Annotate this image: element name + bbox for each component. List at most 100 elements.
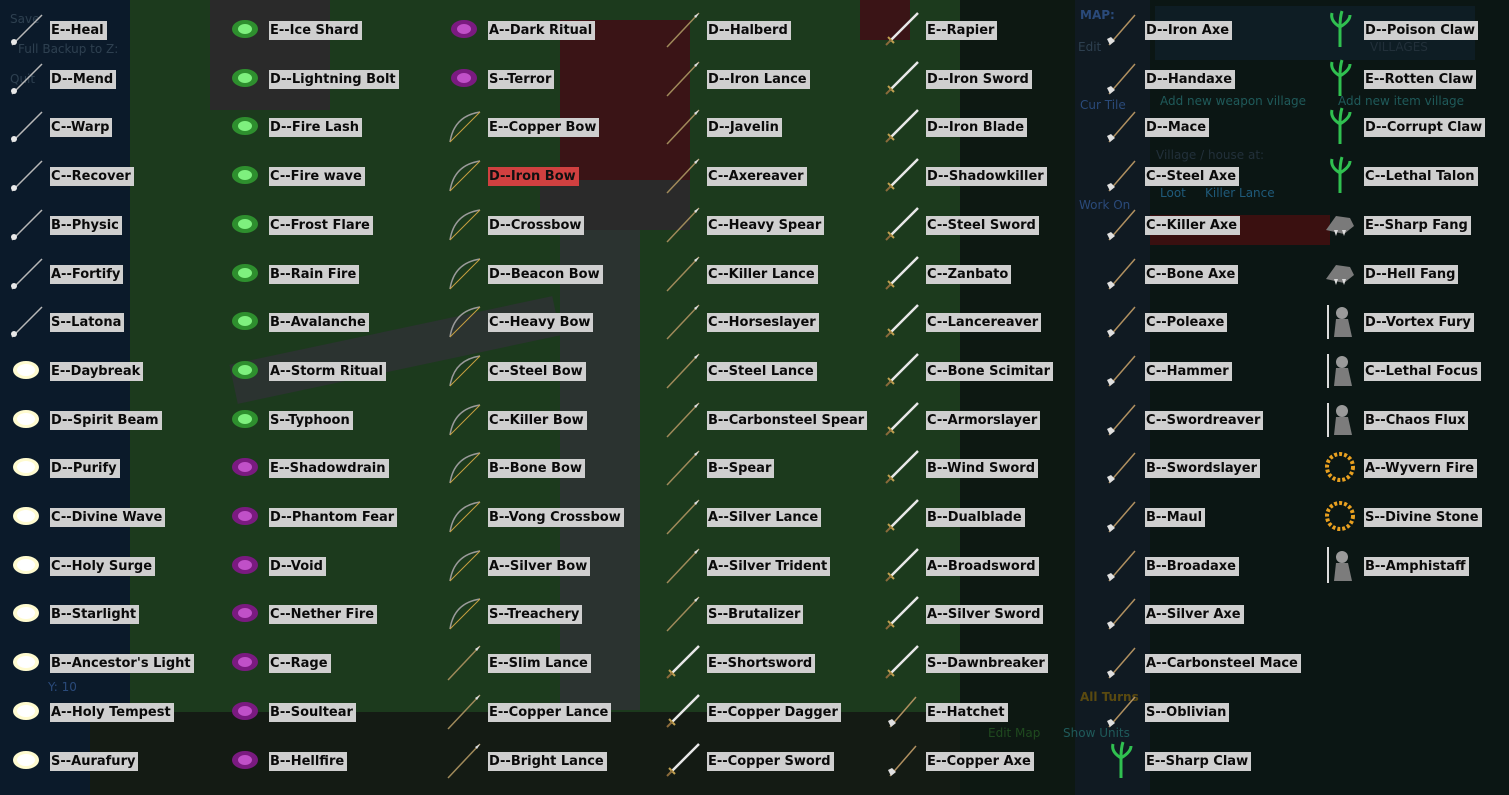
item-b-carbonsteel-spear[interactable]: B--Carbonsteel Spear — [657, 402, 876, 438]
item-e-sharp-fang[interactable]: E--Sharp Fang — [1314, 210, 1509, 236]
item-d-shadowkiller[interactable]: D--Shadowkiller — [876, 158, 1095, 192]
item-a-wyvern-fire[interactable]: A--Wyvern Fire — [1314, 452, 1509, 482]
item-d-mend[interactable]: D--Mend — [0, 63, 219, 95]
item-d-mace[interactable]: D--Mace — [1095, 111, 1314, 143]
item-c-rage[interactable]: C--Rage — [219, 648, 438, 674]
item-d-purify[interactable]: D--Purify — [0, 453, 219, 479]
item-d-phantom-fear[interactable]: D--Phantom Fear — [219, 502, 438, 528]
item-s-typhoon[interactable]: S--Typhoon — [219, 405, 438, 431]
item-a-silver-axe[interactable]: A--Silver Axe — [1095, 598, 1314, 630]
item-a-carbonsteel-mace[interactable]: A--Carbonsteel Mace — [1095, 647, 1314, 679]
item-s-oblivian[interactable]: S--Oblivian — [1095, 696, 1314, 728]
item-s-terror[interactable]: S--Terror — [438, 64, 657, 90]
item-c-bone-scimitar[interactable]: C--Bone Scimitar — [876, 353, 1095, 387]
item-d-javelin[interactable]: D--Javelin — [657, 109, 876, 145]
item-d-bright-lance[interactable]: D--Bright Lance — [438, 743, 657, 779]
item-c-lethal-talon[interactable]: C--Lethal Talon — [1314, 156, 1509, 193]
item-c-horseslayer[interactable]: C--Horseslayer — [657, 304, 876, 340]
item-b-starlight[interactable]: B--Starlight — [0, 599, 219, 625]
item-e-rapier[interactable]: E--Rapier — [876, 12, 1095, 46]
item-e-slim-lance[interactable]: E--Slim Lance — [438, 645, 657, 681]
item-a-fortify[interactable]: A--Fortify — [0, 258, 219, 290]
item-d-iron-sword[interactable]: D--Iron Sword — [876, 61, 1095, 95]
item-a-dark-ritual[interactable]: A--Dark Ritual — [438, 15, 657, 41]
item-c-zanbato[interactable]: C--Zanbato — [876, 256, 1095, 290]
item-e-daybreak[interactable]: E--Daybreak — [0, 356, 219, 382]
item-c-fire-wave[interactable]: C--Fire wave — [219, 161, 438, 187]
item-a-holy-tempest[interactable]: A--Holy Tempest — [0, 697, 219, 723]
item-s-brutalizer[interactable]: S--Brutalizer — [657, 596, 876, 632]
item-b-spear[interactable]: B--Spear — [657, 450, 876, 486]
item-d-fire-lash[interactable]: D--Fire Lash — [219, 112, 438, 138]
item-c-lethal-focus[interactable]: C--Lethal Focus — [1314, 354, 1509, 388]
item-d-corrupt-claw[interactable]: D--Corrupt Claw — [1314, 107, 1509, 144]
item-d-crossbow[interactable]: D--Crossbow — [438, 209, 657, 241]
item-s-treachery[interactable]: S--Treachery — [438, 598, 657, 630]
item-b-dualblade[interactable]: B--Dualblade — [876, 499, 1095, 533]
item-s-latona[interactable]: S--Latona — [0, 306, 219, 338]
item-c-lancereaver[interactable]: C--Lancereaver — [876, 304, 1095, 338]
item-e-hatchet[interactable]: E--Hatchet — [876, 696, 1095, 728]
item-c-steel-axe[interactable]: C--Steel Axe — [1095, 160, 1314, 192]
item-d-vortex-fury[interactable]: D--Vortex Fury — [1314, 305, 1509, 339]
item-c-divine-wave[interactable]: C--Divine Wave — [0, 502, 219, 528]
item-c-axereaver[interactable]: C--Axereaver — [657, 158, 876, 194]
item-e-shortsword[interactable]: E--Shortsword — [657, 645, 876, 679]
item-s-dawnbreaker[interactable]: S--Dawnbreaker — [876, 645, 1095, 679]
item-a-silver-sword[interactable]: A--Silver Sword — [876, 596, 1095, 630]
item-e-shadowdrain[interactable]: E--Shadowdrain — [219, 453, 438, 479]
item-e-sharp-claw[interactable]: E--Sharp Claw — [1095, 741, 1314, 778]
item-c-warp[interactable]: C--Warp — [0, 111, 219, 143]
item-e-copper-sword[interactable]: E--Copper Sword — [657, 743, 876, 777]
item-d-beacon-bow[interactable]: D--Beacon Bow — [438, 258, 657, 290]
item-d-spirit-beam[interactable]: D--Spirit Beam — [0, 405, 219, 431]
item-c-nether-fire[interactable]: C--Nether Fire — [219, 599, 438, 625]
item-e-heal[interactable]: E--Heal — [0, 14, 219, 46]
item-e-copper-axe[interactable]: E--Copper Axe — [876, 745, 1095, 777]
item-c-steel-bow[interactable]: C--Steel Bow — [438, 355, 657, 387]
item-b-vong-crossbow[interactable]: B--Vong Crossbow — [438, 501, 657, 533]
item-b-rain-fire[interactable]: B--Rain Fire — [219, 259, 438, 285]
item-d-lightning-bolt[interactable]: D--Lightning Bolt — [219, 64, 438, 90]
item-c-killer-axe[interactable]: C--Killer Axe — [1095, 209, 1314, 241]
item-c-heavy-bow[interactable]: C--Heavy Bow — [438, 306, 657, 338]
item-d-hell-fang[interactable]: D--Hell Fang — [1314, 259, 1509, 285]
item-s-divine-stone[interactable]: S--Divine Stone — [1314, 501, 1509, 531]
item-a-silver-trident[interactable]: A--Silver Trident — [657, 548, 876, 584]
item-c-swordreaver[interactable]: C--Swordreaver — [1095, 404, 1314, 436]
item-d-iron-bow[interactable]: D--Iron Bow — [438, 160, 657, 192]
item-a-broadsword[interactable]: A--Broadsword — [876, 548, 1095, 582]
item-d-iron-blade[interactable]: D--Iron Blade — [876, 109, 1095, 143]
item-e-copper-bow[interactable]: E--Copper Bow — [438, 111, 657, 143]
item-c-bone-axe[interactable]: C--Bone Axe — [1095, 258, 1314, 290]
item-e-rotten-claw[interactable]: E--Rotten Claw — [1314, 59, 1509, 96]
item-e-ice-shard[interactable]: E--Ice Shard — [219, 15, 438, 41]
item-c-poleaxe[interactable]: C--Poleaxe — [1095, 306, 1314, 338]
item-c-heavy-spear[interactable]: C--Heavy Spear — [657, 207, 876, 243]
item-b-avalanche[interactable]: B--Avalanche — [219, 307, 438, 333]
item-c-steel-lance[interactable]: C--Steel Lance — [657, 353, 876, 389]
item-c-killer-bow[interactable]: C--Killer Bow — [438, 404, 657, 436]
item-e-copper-dagger[interactable]: E--Copper Dagger — [657, 694, 876, 728]
item-d-iron-lance[interactable]: D--Iron Lance — [657, 61, 876, 97]
item-e-copper-lance[interactable]: E--Copper Lance — [438, 694, 657, 730]
item-a-silver-lance[interactable]: A--Silver Lance — [657, 499, 876, 535]
item-d-iron-axe[interactable]: D--Iron Axe — [1095, 14, 1314, 46]
item-b-swordslayer[interactable]: B--Swordslayer — [1095, 452, 1314, 484]
item-b-soultear[interactable]: B--Soultear — [219, 697, 438, 723]
item-d-void[interactable]: D--Void — [219, 551, 438, 577]
item-c-frost-flare[interactable]: C--Frost Flare — [219, 210, 438, 236]
item-b-physic[interactable]: B--Physic — [0, 209, 219, 241]
item-b-hellfire[interactable]: B--Hellfire — [219, 746, 438, 772]
item-b-maul[interactable]: B--Maul — [1095, 501, 1314, 533]
item-b-chaos-flux[interactable]: B--Chaos Flux — [1314, 403, 1509, 437]
item-a-silver-bow[interactable]: A--Silver Bow — [438, 550, 657, 582]
item-b-wind-sword[interactable]: B--Wind Sword — [876, 450, 1095, 484]
item-c-armorslayer[interactable]: C--Armorslayer — [876, 402, 1095, 436]
item-b-ancestor-s-light[interactable]: B--Ancestor's Light — [0, 648, 219, 674]
item-c-steel-sword[interactable]: C--Steel Sword — [876, 207, 1095, 241]
item-b-amphistaff[interactable]: B--Amphistaff — [1314, 547, 1509, 583]
item-c-recover[interactable]: C--Recover — [0, 160, 219, 192]
item-c-holy-surge[interactable]: C--Holy Surge — [0, 551, 219, 577]
item-b-bone-bow[interactable]: B--Bone Bow — [438, 452, 657, 484]
